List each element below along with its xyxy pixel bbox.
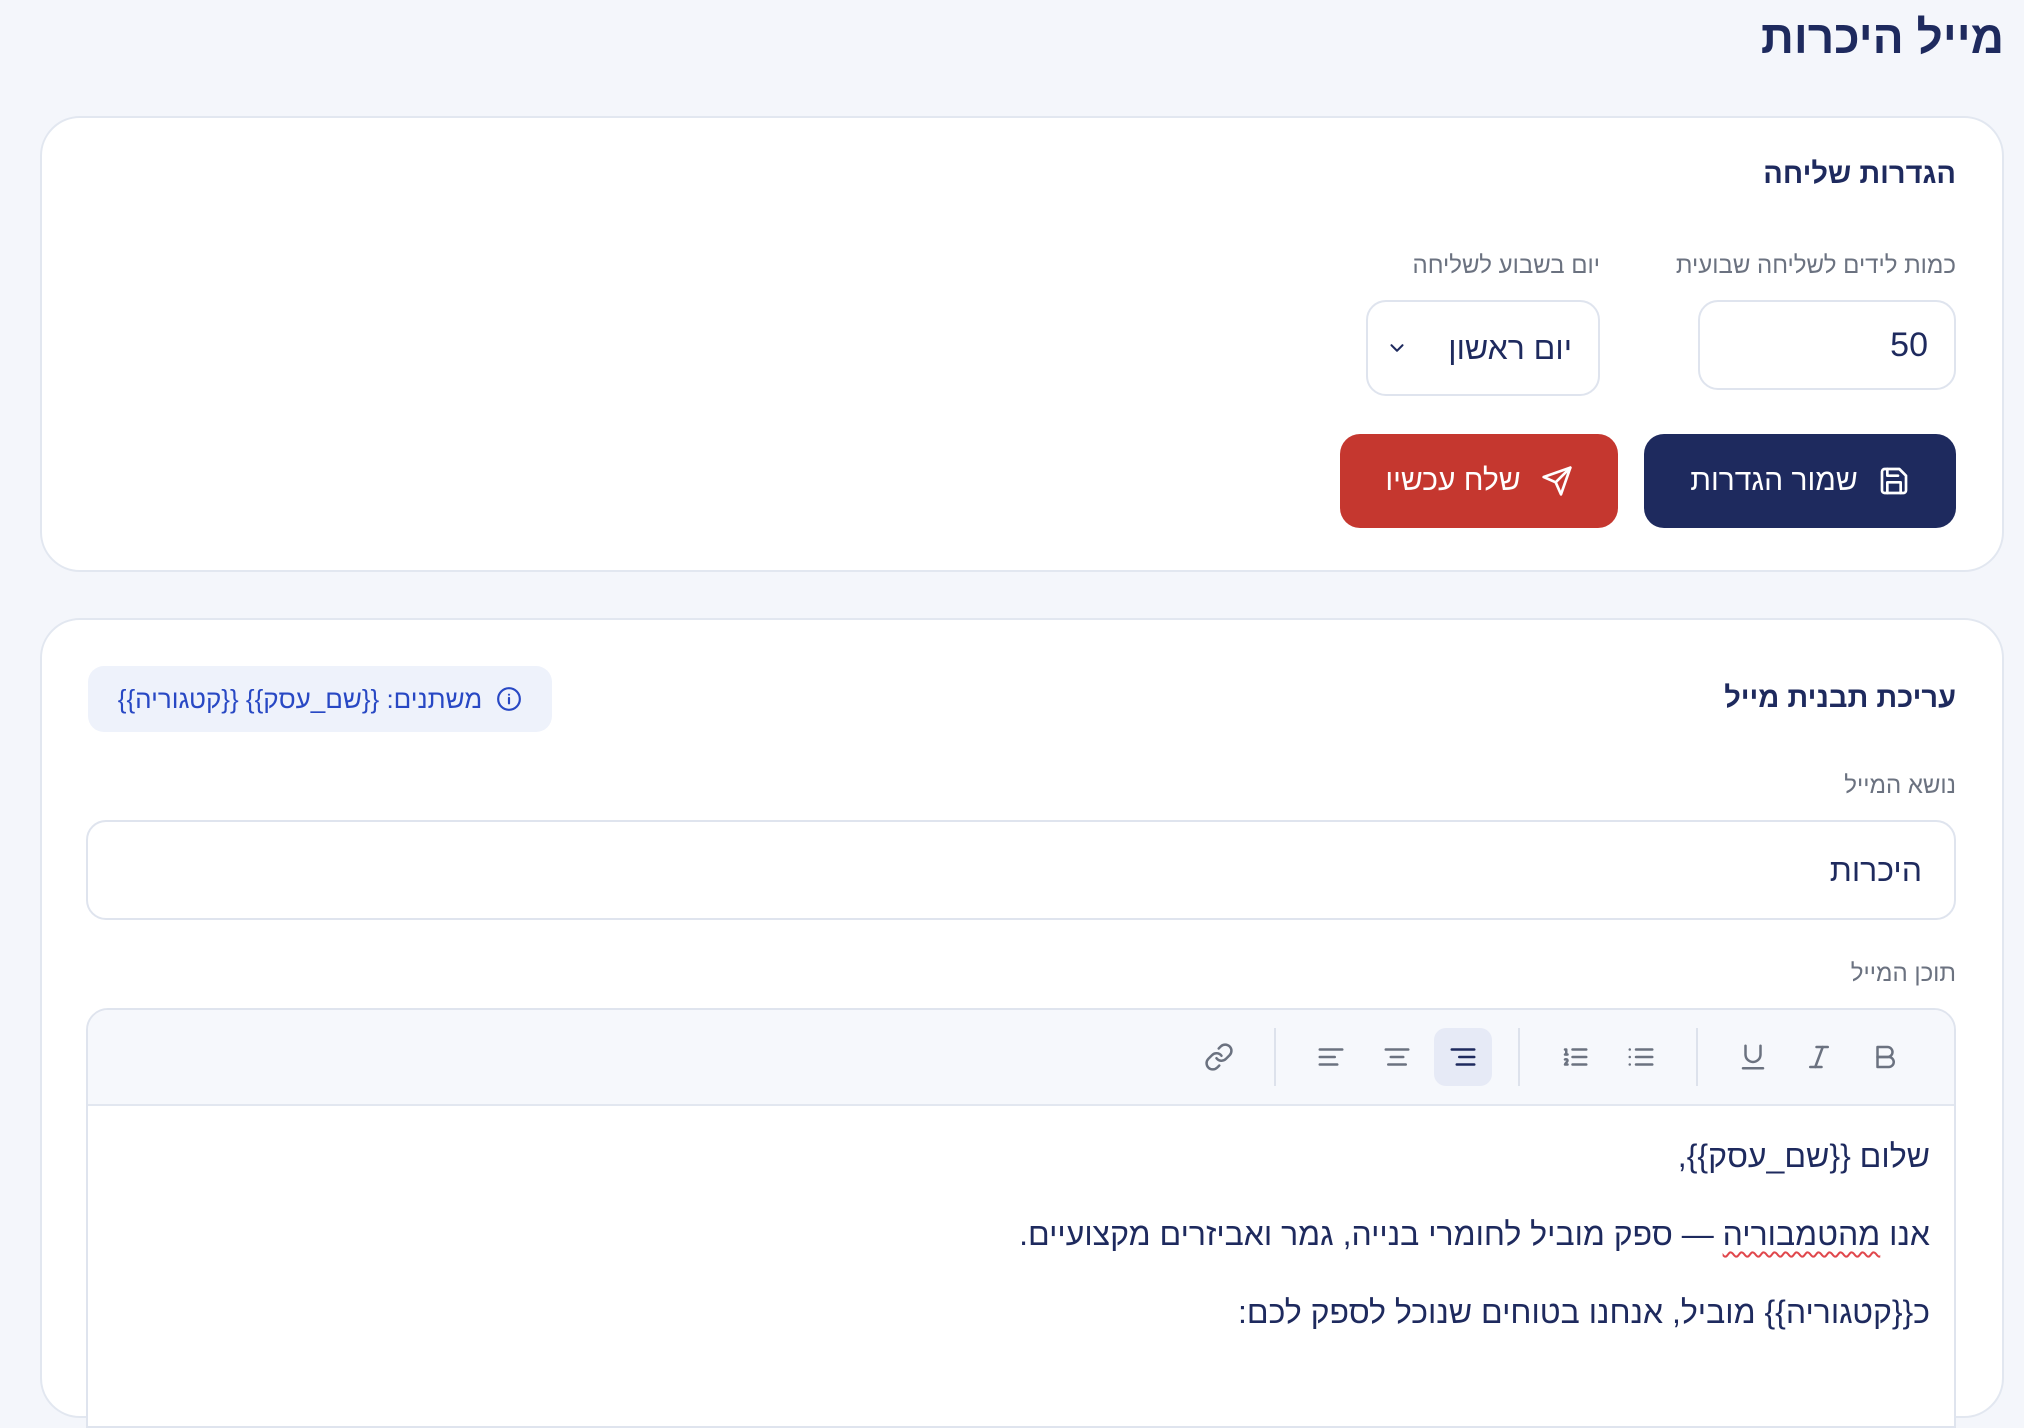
link-button[interactable] [1190, 1028, 1248, 1086]
align-left-icon [1318, 1048, 1344, 1066]
toolbar-divider [1274, 1028, 1276, 1086]
send-now-button[interactable]: שלח עכשיו [1340, 434, 1618, 528]
misspelled-word: מהטמבוריה [1722, 1216, 1881, 1252]
variables-text: משתנים: {{שם_עסק}} {{קטגוריה}} [117, 683, 483, 714]
save-icon [1880, 467, 1908, 495]
subject-input[interactable] [86, 820, 1956, 920]
send-icon [1542, 466, 1572, 496]
page-title: מייל היכרות [1760, 11, 2004, 63]
bold-icon [1876, 1045, 1895, 1069]
toolbar-divider [1518, 1028, 1520, 1086]
template-editor-title: עריכת תבנית מייל [1724, 682, 1956, 714]
subject-label: נושא המייל [1844, 772, 1956, 799]
email-content-editor: שלום {{שם_עסק}}, אנו מהטמבוריה — ספק מוב… [86, 1008, 1956, 1428]
align-right-icon [1450, 1048, 1476, 1066]
save-settings-label: שמור הגדרות [1690, 464, 1858, 497]
numbered-list-icon [1563, 1048, 1588, 1066]
email-body-text: — ספק מוביל לחומרי בנייה, גמר ואביזרים מ… [1019, 1216, 1723, 1252]
weekly-leads-input[interactable] [1698, 300, 1956, 390]
email-body-text: אנו [1880, 1216, 1930, 1252]
bold-button[interactable] [1856, 1028, 1914, 1086]
underline-icon [1741, 1044, 1765, 1070]
email-body-line: אנו מהטמבוריה — ספק מוביל לחומרי בנייה, … [112, 1208, 1930, 1260]
bullet-list-button[interactable] [1612, 1028, 1670, 1086]
send-now-label: שלח עכשיו [1385, 464, 1521, 497]
chevron-down-icon [1390, 344, 1404, 352]
save-settings-button[interactable]: שמור הגדרות [1644, 434, 1956, 528]
send-day-select[interactable]: יום ראשון [1366, 300, 1600, 396]
editor-toolbar [88, 1010, 1954, 1106]
email-body-line: שלום {{שם_עסק}}, [1677, 1138, 1930, 1174]
send-day-label: יום בשבוע לשליחה [1412, 252, 1600, 279]
sending-settings-title: הגדרות שליחה [1763, 158, 1956, 190]
italic-icon [1809, 1045, 1829, 1069]
align-right-button[interactable] [1434, 1028, 1492, 1086]
link-icon [1205, 1043, 1233, 1071]
align-center-icon [1384, 1048, 1410, 1066]
align-center-button[interactable] [1368, 1028, 1426, 1086]
italic-button[interactable] [1790, 1028, 1848, 1086]
align-left-button[interactable] [1302, 1028, 1360, 1086]
editor-content-area[interactable]: שלום {{שם_עסק}}, אנו מהטמבוריה — ספק מוב… [88, 1106, 1954, 1338]
email-body-line: כ{{קטגוריה}} מוביל, אנחנו בטוחים שנוכל ל… [1238, 1294, 1930, 1330]
weekly-leads-label: כמות לידים לשליחה שבועית [1675, 252, 1956, 279]
info-icon [497, 687, 522, 711]
send-day-value: יום ראשון [1448, 329, 1572, 366]
underline-button[interactable] [1724, 1028, 1782, 1086]
sending-settings-card: הגדרות שליחה כמות לידים לשליחה שבועית יו… [40, 116, 2004, 572]
numbered-list-button[interactable] [1546, 1028, 1604, 1086]
toolbar-divider [1696, 1028, 1698, 1086]
variables-badge: משתנים: {{שם_עסק}} {{קטגוריה}} [88, 666, 552, 732]
template-editor-card: עריכת תבנית מייל משתנים: {{שם_עסק}} {{קט… [40, 618, 2004, 1428]
bullet-list-icon [1628, 1048, 1654, 1066]
content-label: תוכן המייל [1850, 960, 1956, 987]
